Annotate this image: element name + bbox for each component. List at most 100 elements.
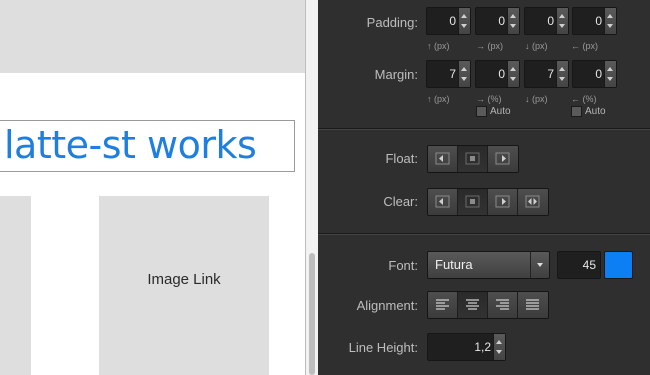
placeholder-block-top[interactable] (0, 0, 305, 73)
stepper-down-icon[interactable] (559, 77, 565, 81)
float-right-icon (495, 152, 510, 165)
align-left-button[interactable] (428, 292, 458, 318)
padding-top-unit: ↑ (px) (427, 41, 450, 51)
margin-left-auto-checkbox[interactable] (571, 106, 582, 117)
margin-label: Margin: (374, 67, 418, 82)
float-none-icon (465, 152, 480, 165)
padding-bottom-stepper[interactable] (556, 8, 568, 34)
padding-left-unit: ← (px) (571, 41, 598, 51)
image-link-label: Image Link (147, 271, 221, 288)
clear-both-button[interactable] (518, 189, 548, 215)
margin-left-auto-label: Auto (585, 106, 606, 117)
stepper-down-icon[interactable] (496, 350, 502, 354)
padding-top-field[interactable]: 0 (426, 7, 471, 35)
float-button-group (427, 145, 519, 173)
canvas-scrollbar-thumb[interactable] (309, 253, 315, 375)
font-family-select[interactable]: Futura (427, 251, 550, 279)
padding-left-stepper[interactable] (604, 8, 616, 34)
padding-label: Padding: (366, 15, 418, 30)
margin-top-field[interactable]: 7 (426, 60, 471, 88)
font-size-field[interactable]: 45 (557, 251, 601, 279)
margin-right-field[interactable]: 0 (475, 60, 520, 88)
margin-bottom-stepper[interactable] (556, 61, 568, 87)
section-divider (318, 233, 650, 235)
padding-right-value: 0 (498, 14, 505, 28)
margin-left-field[interactable]: 0 (572, 60, 617, 88)
font-size-value: 45 (582, 258, 596, 272)
margin-bottom-value: 7 (547, 67, 554, 81)
align-left-icon (436, 299, 449, 310)
clear-right-icon (495, 195, 510, 208)
stepper-down-icon[interactable] (607, 77, 613, 81)
padding-bottom-unit: ↓ (px) (525, 41, 548, 51)
margin-top-value: 7 (449, 67, 456, 81)
float-left-button[interactable] (428, 146, 458, 172)
clear-left-button[interactable] (428, 189, 458, 215)
margin-right-auto-checkbox[interactable] (476, 106, 487, 117)
line-height-value: 1,2 (474, 340, 491, 354)
clear-label: Clear: (383, 194, 418, 209)
inspector-panel: Padding: 0 0 0 0 ↑ (px) → (px) ↓ (px) ← … (318, 0, 650, 375)
stepper-up-icon[interactable] (461, 14, 467, 18)
stepper-up-icon[interactable] (510, 67, 516, 71)
margin-left-unit: ← (%) (571, 94, 597, 104)
float-label: Float: (385, 151, 418, 166)
clear-button-group (427, 188, 549, 216)
margin-top-stepper[interactable] (458, 61, 470, 87)
margin-right-value: 0 (498, 67, 505, 81)
margin-bottom-unit: ↓ (px) (525, 94, 548, 104)
clear-right-button[interactable] (488, 189, 518, 215)
stepper-up-icon[interactable] (559, 67, 565, 71)
padding-right-field[interactable]: 0 (475, 7, 520, 35)
align-justify-icon (526, 299, 539, 310)
font-family-value: Futura (435, 257, 473, 272)
clear-both-icon (525, 195, 540, 208)
line-height-field[interactable]: 1,2 (427, 333, 506, 361)
align-center-button[interactable] (458, 292, 488, 318)
float-right-button[interactable] (488, 146, 518, 172)
line-height-stepper[interactable] (493, 334, 505, 360)
stepper-up-icon[interactable] (496, 340, 502, 344)
margin-right-stepper[interactable] (507, 61, 519, 87)
clear-left-icon (435, 195, 450, 208)
float-none-button[interactable] (458, 146, 488, 172)
float-left-icon (435, 152, 450, 165)
image-tile-left[interactable] (0, 196, 31, 375)
page-title: latte-st works (4, 123, 257, 167)
stepper-down-icon[interactable] (461, 77, 467, 81)
page-canvas: latte-st works Image Link (0, 0, 305, 375)
stepper-down-icon[interactable] (461, 24, 467, 28)
align-center-icon (466, 299, 479, 310)
stepper-up-icon[interactable] (510, 14, 516, 18)
stepper-up-icon[interactable] (559, 14, 565, 18)
align-justify-button[interactable] (518, 292, 548, 318)
margin-bottom-field[interactable]: 7 (524, 60, 569, 88)
clear-none-icon (465, 195, 480, 208)
chevron-down-icon[interactable] (530, 252, 549, 278)
padding-top-value: 0 (449, 14, 456, 28)
stepper-down-icon[interactable] (510, 77, 516, 81)
stepper-down-icon[interactable] (607, 24, 613, 28)
padding-bottom-value: 0 (547, 14, 554, 28)
padding-top-stepper[interactable] (458, 8, 470, 34)
stepper-up-icon[interactable] (461, 67, 467, 71)
stepper-up-icon[interactable] (607, 67, 613, 71)
margin-left-stepper[interactable] (604, 61, 616, 87)
font-color-swatch[interactable] (604, 251, 633, 279)
stepper-up-icon[interactable] (607, 14, 613, 18)
stepper-down-icon[interactable] (559, 24, 565, 28)
margin-right-auto-label: Auto (490, 106, 511, 117)
alignment-label: Alignment: (356, 298, 418, 313)
align-right-button[interactable] (488, 292, 518, 318)
font-label: Font: (388, 258, 418, 273)
padding-right-unit: → (px) (476, 41, 503, 51)
margin-top-unit: ↑ (px) (427, 94, 450, 104)
clear-none-button[interactable] (458, 189, 488, 215)
margin-right-unit: → (%) (476, 94, 502, 104)
margin-left-value: 0 (595, 67, 602, 81)
padding-right-stepper[interactable] (507, 8, 519, 34)
alignment-button-group (427, 291, 549, 319)
stepper-down-icon[interactable] (510, 24, 516, 28)
padding-bottom-field[interactable]: 0 (524, 7, 569, 35)
padding-left-field[interactable]: 0 (572, 7, 617, 35)
